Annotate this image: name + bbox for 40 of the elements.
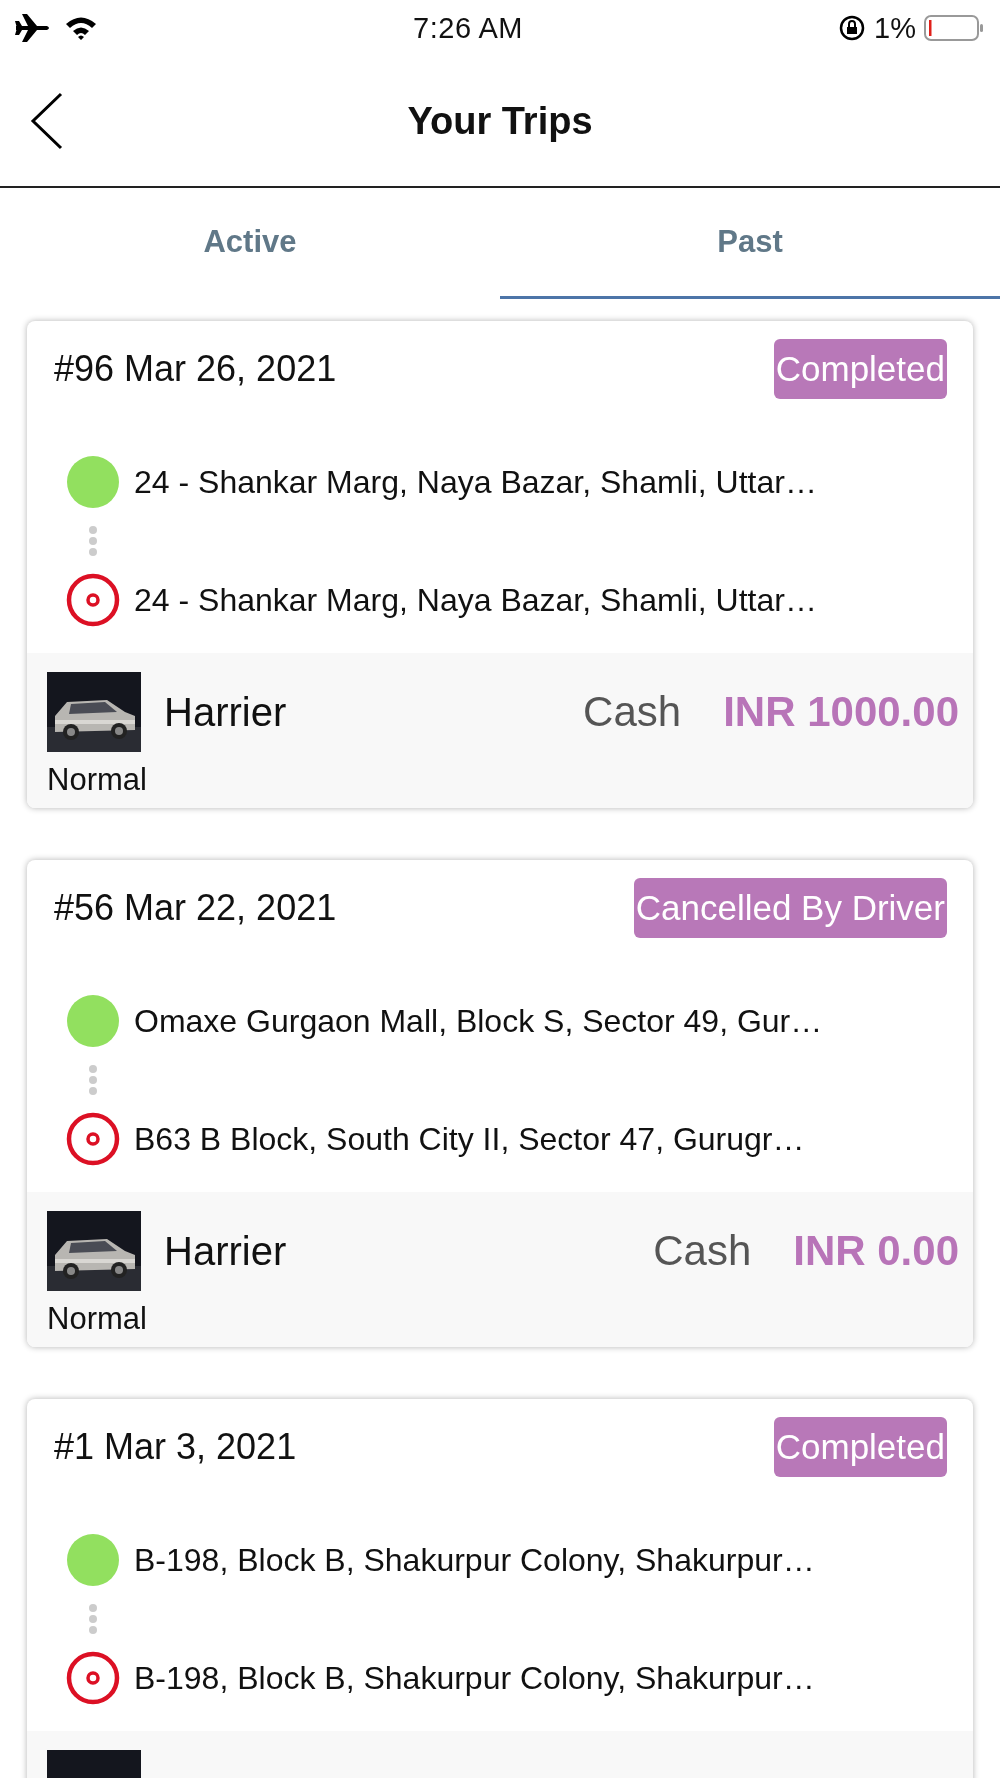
battery-percent: 1% xyxy=(874,11,916,45)
address-text: 24 - Shankar Marg, Naya Bazar, Shamli, Uttar… xyxy=(134,581,817,619)
status-badge: Cancelled By Driver xyxy=(633,878,947,938)
trip-card[interactable]: #56 Mar 22, 2021 Cancelled By Driver Omaxe Gurgaon Mall, Block S, Sector 49, Gur… B63 B Block, South City II, Sector 47, Gurugr… Harrier Cash INR 0.00 Normal xyxy=(27,860,973,1347)
address-text: B-198, Block B, Shakurpur Colony, Shakurpur… xyxy=(134,1659,815,1697)
page-title: Your Trips xyxy=(407,99,593,143)
status-badge: Completed xyxy=(773,1417,947,1477)
dotted-connector xyxy=(88,1603,98,1635)
fare-amount: INR 0.00 xyxy=(793,1227,959,1275)
target-icon xyxy=(66,1651,120,1705)
trip-card[interactable]: #1 Mar 3, 2021 Completed B-198, Block B, Shakurpur Colony, Shakurpur… B-198, Block B, Shakurpur Colony, Shakurpur… xyxy=(27,1399,973,1778)
pickup-dot-icon xyxy=(66,455,120,509)
address-text: 24 - Shankar Marg, Naya Bazar, Shamli, Uttar… xyxy=(134,463,817,501)
fare-amount: INR 1000.00 xyxy=(723,688,959,736)
back-icon[interactable] xyxy=(30,92,64,150)
trip-date: #96 Mar 26, 2021 xyxy=(54,348,337,390)
payment-method: Cash xyxy=(653,1227,752,1275)
pickup-dot-icon xyxy=(66,1533,120,1587)
target-icon xyxy=(66,1112,120,1166)
address-text: B-198, Block B, Shakurpur Colony, Shakurpur… xyxy=(134,1541,815,1579)
address-text: Omaxe Gurgaon Mall, Block S, Sector 49, Gur… xyxy=(134,1002,823,1040)
payment-method: Cash xyxy=(583,688,682,736)
clock-time: 7:26 AM xyxy=(413,11,523,45)
airplane-icon xyxy=(14,13,52,43)
wifi-icon xyxy=(64,15,98,41)
target-icon xyxy=(66,573,120,627)
ride-category: Normal xyxy=(47,1301,147,1337)
trip-card[interactable]: #96 Mar 26, 2021 Completed 24 - Shankar Marg, Naya Bazar, Shamli, Uttar… 24 - Shankar Marg, Naya Bazar, Shamli, Uttar… Harrier Cash INR 1000.00 Normal xyxy=(27,321,973,808)
ride-category: Normal xyxy=(47,762,147,798)
battery-icon xyxy=(924,14,984,42)
address-text: B63 B Block, South City II, Sector 47, Gurugr… xyxy=(134,1120,805,1158)
rotation-lock-icon xyxy=(838,14,867,42)
trip-date: #1 Mar 3, 2021 xyxy=(54,1426,297,1468)
trip-date: #56 Mar 22, 2021 xyxy=(54,887,337,929)
dotted-connector xyxy=(88,1064,98,1096)
vehicle-name: Harrier xyxy=(164,689,287,735)
status-badge: Completed xyxy=(773,339,947,399)
dotted-connector xyxy=(88,525,98,557)
vehicle-name: Harrier xyxy=(164,1228,287,1274)
pickup-dot-icon xyxy=(66,994,120,1048)
